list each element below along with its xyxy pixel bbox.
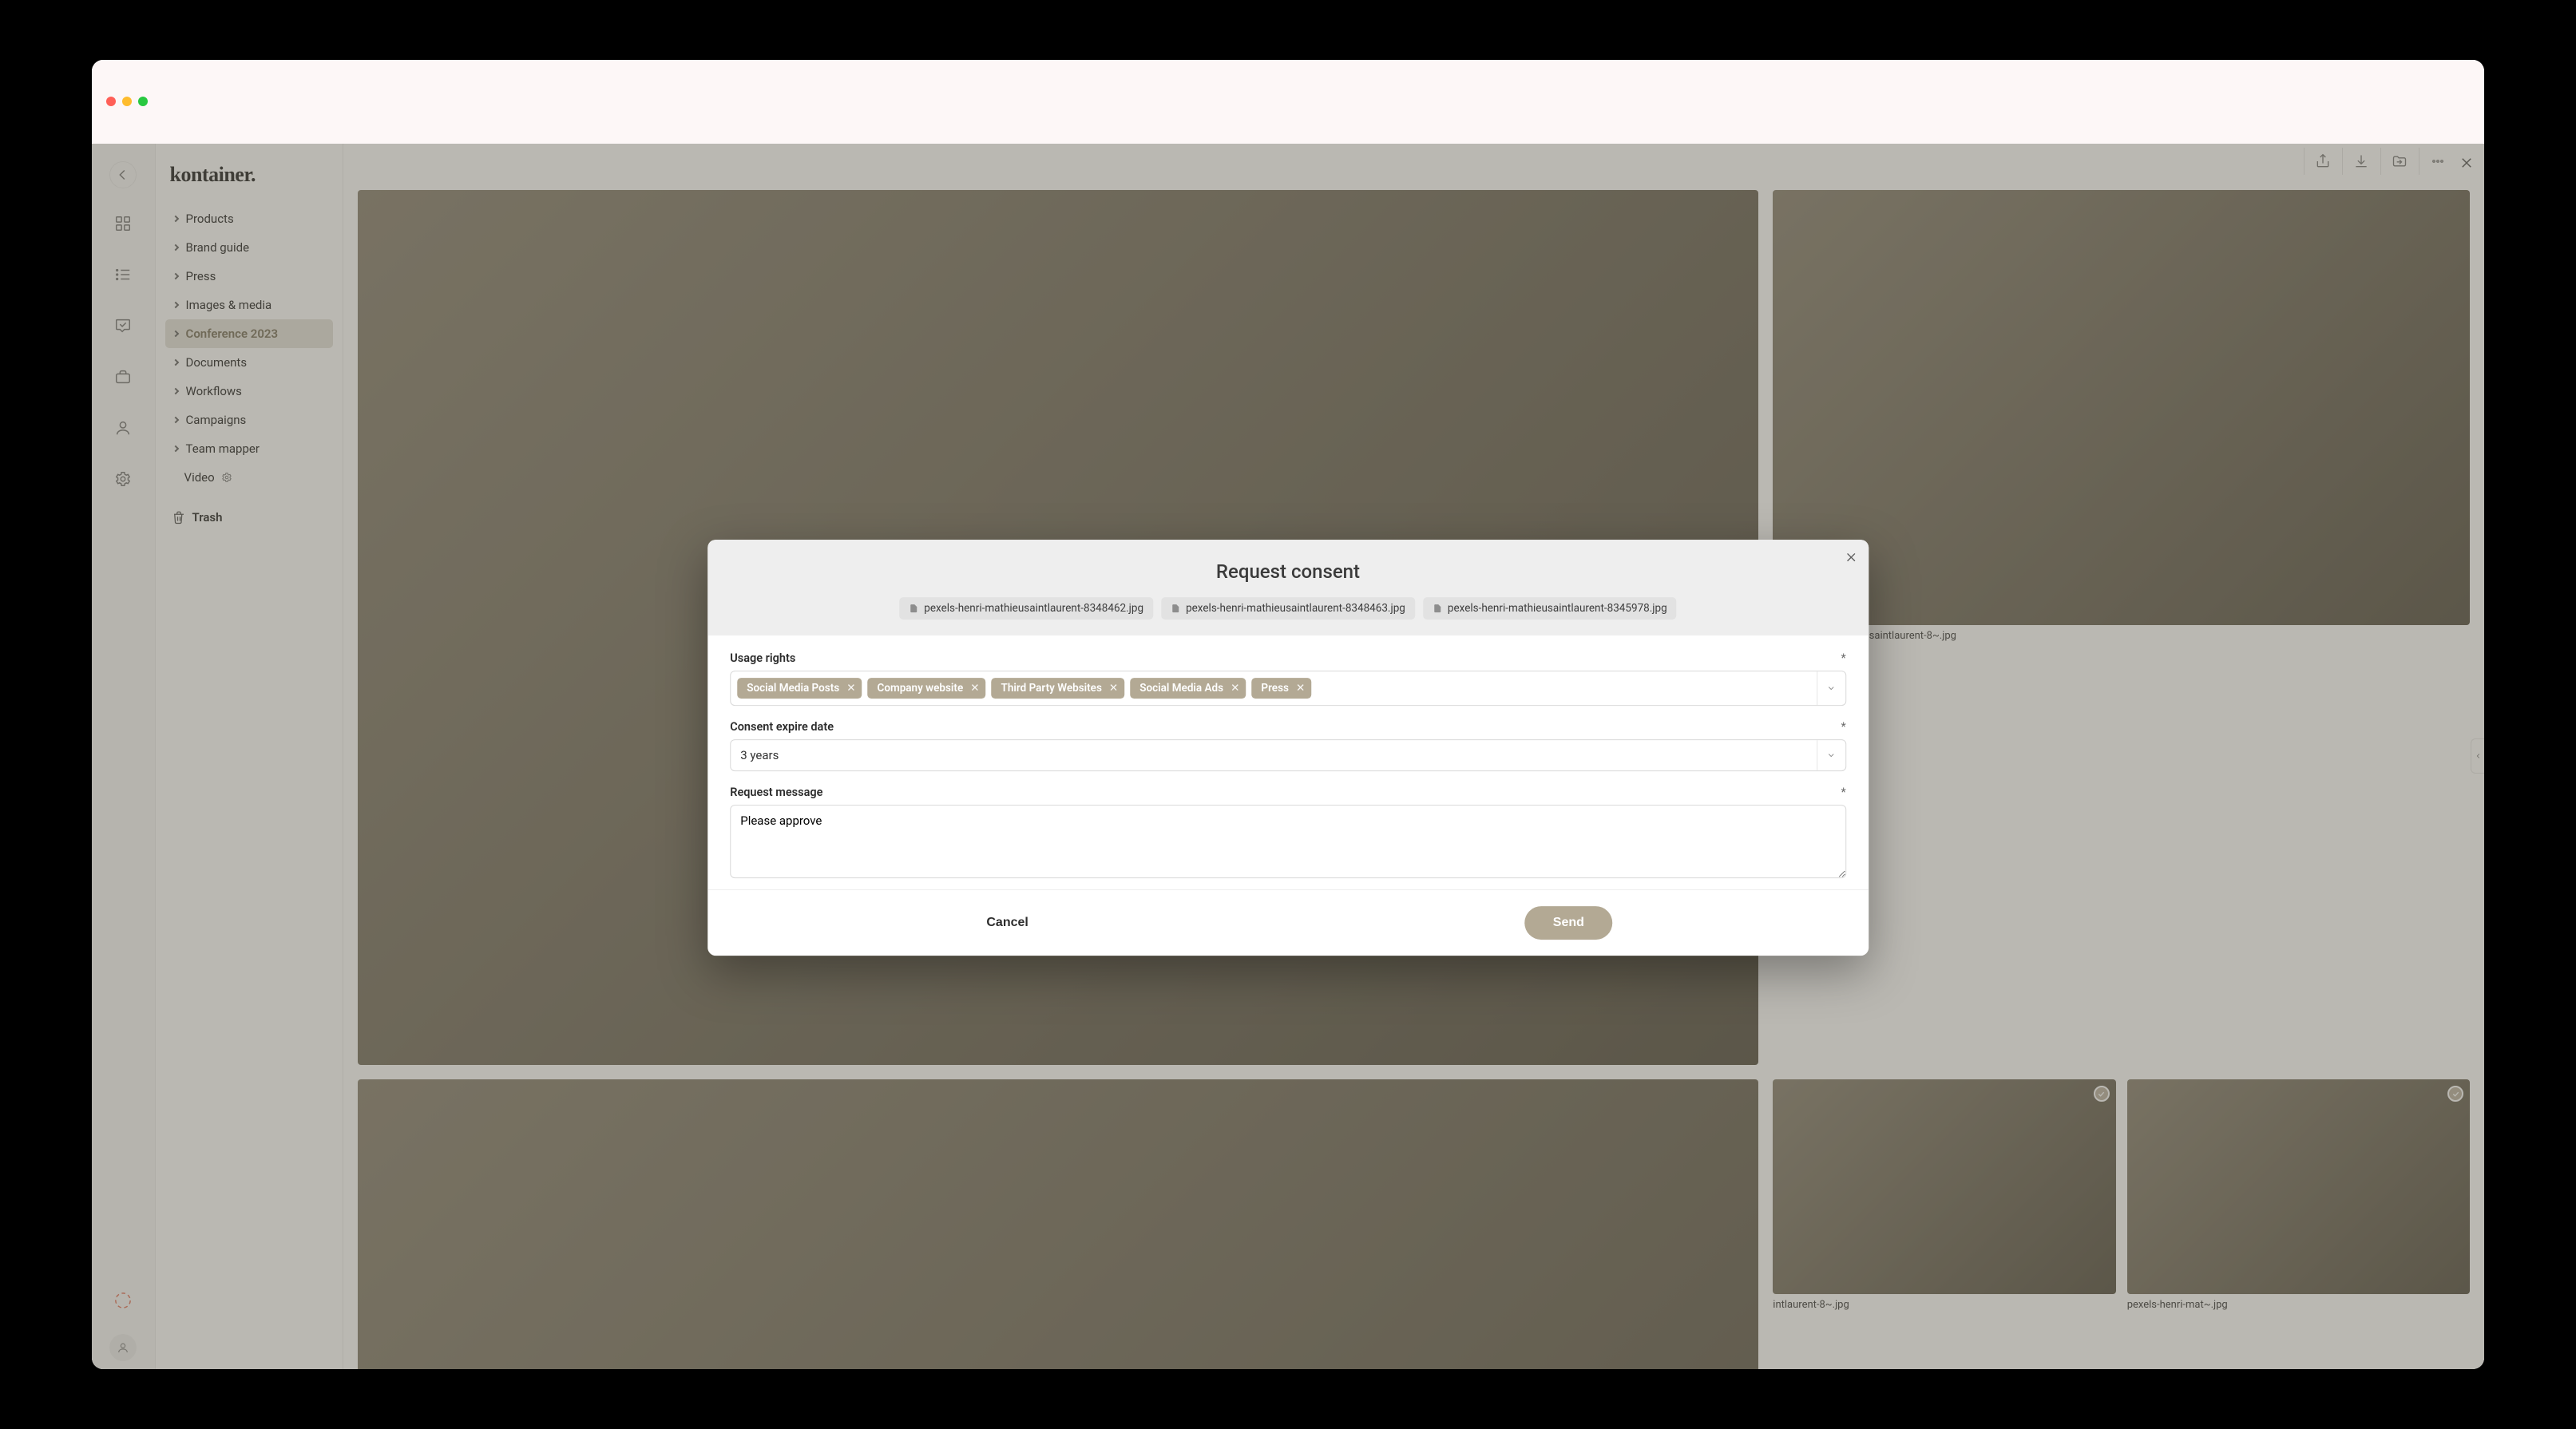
window-close-dot[interactable] (106, 97, 116, 106)
send-button[interactable]: Send (1524, 907, 1612, 940)
file-chip[interactable]: pexels-henri-mathieusaintlaurent-8348463… (1161, 598, 1415, 620)
app-window: kontainer. Products Brand guide Press Im… (92, 60, 2485, 1370)
required-marker: * (1841, 786, 1845, 800)
tag-label: Third Party Websites (1001, 683, 1102, 695)
chevron-down-icon (1826, 751, 1836, 761)
tag-label: Social Media Posts (747, 683, 839, 695)
file-icon (1433, 604, 1442, 615)
tag[interactable]: Company website ✕ (868, 679, 986, 699)
tag-remove-icon[interactable]: ✕ (1231, 683, 1239, 695)
usage-rights-input[interactable]: Social Media Posts ✕ Company website ✕ Thi… (730, 671, 1846, 707)
usage-rights-field: Usage rights * Social Media Posts ✕ Compan… (730, 652, 1846, 707)
select-value: 3 years (731, 741, 1817, 771)
request-consent-modal: Request consent pexels-henri-mathieusain… (707, 540, 1869, 956)
tag-label: Press (1261, 683, 1289, 695)
file-chip-label: pexels-henri-mathieusaintlaurent-8345978… (1448, 603, 1667, 616)
tag-remove-icon[interactable]: ✕ (1296, 683, 1305, 695)
consent-expire-field: Consent expire date * 3 years (730, 721, 1846, 772)
required-marker: * (1841, 721, 1845, 734)
tag-list: Social Media Posts ✕ Company website ✕ Thi… (731, 672, 1817, 706)
field-label: Usage rights (730, 652, 795, 666)
required-marker: * (1841, 652, 1845, 666)
file-chip[interactable]: pexels-henri-mathieusaintlaurent-8348462… (899, 598, 1153, 620)
tag-remove-icon[interactable]: ✕ (1109, 683, 1118, 695)
modal-footer: Cancel Send (707, 890, 1869, 956)
field-label: Request message (730, 786, 822, 800)
file-icon (1171, 604, 1180, 615)
window-minimize-dot[interactable] (122, 97, 132, 106)
cancel-button[interactable]: Cancel (964, 907, 1052, 940)
tag[interactable]: Press ✕ (1251, 679, 1311, 699)
file-icon (909, 604, 918, 615)
tag-remove-icon[interactable]: ✕ (846, 683, 855, 695)
chevron-down-icon (1826, 684, 1836, 694)
tag[interactable]: Social Media Ads ✕ (1130, 679, 1246, 699)
dropdown-toggle[interactable] (1817, 741, 1845, 771)
expire-select[interactable]: 3 years (730, 740, 1846, 772)
dropdown-toggle[interactable] (1817, 672, 1845, 706)
request-message-textarea[interactable]: Please approve (730, 806, 1846, 879)
modal-close-button[interactable] (1845, 552, 1857, 568)
app-content: kontainer. Products Brand guide Press Im… (92, 144, 2485, 1370)
window-titlebar (92, 60, 2485, 144)
tag[interactable]: Social Media Posts ✕ (737, 679, 862, 699)
tag-label: Company website (878, 683, 964, 695)
file-chip-row: pexels-henri-mathieusaintlaurent-8348462… (727, 598, 1849, 620)
modal-title: Request consent (727, 561, 1849, 584)
file-chip[interactable]: pexels-henri-mathieusaintlaurent-8345978… (1423, 598, 1677, 620)
tag[interactable]: Third Party Websites ✕ (992, 679, 1125, 699)
tag-remove-icon[interactable]: ✕ (970, 683, 979, 695)
modal-body: Usage rights * Social Media Posts ✕ Compan… (707, 636, 1869, 890)
request-message-field: Request message * Please approve (730, 786, 1846, 879)
file-chip-label: pexels-henri-mathieusaintlaurent-8348463… (1186, 603, 1405, 616)
window-zoom-dot[interactable] (138, 97, 148, 106)
file-chip-label: pexels-henri-mathieusaintlaurent-8348462… (924, 603, 1143, 616)
tag-label: Social Media Ads (1139, 683, 1223, 695)
modal-header: Request consent pexels-henri-mathieusain… (707, 540, 1869, 636)
field-label: Consent expire date (730, 721, 834, 734)
